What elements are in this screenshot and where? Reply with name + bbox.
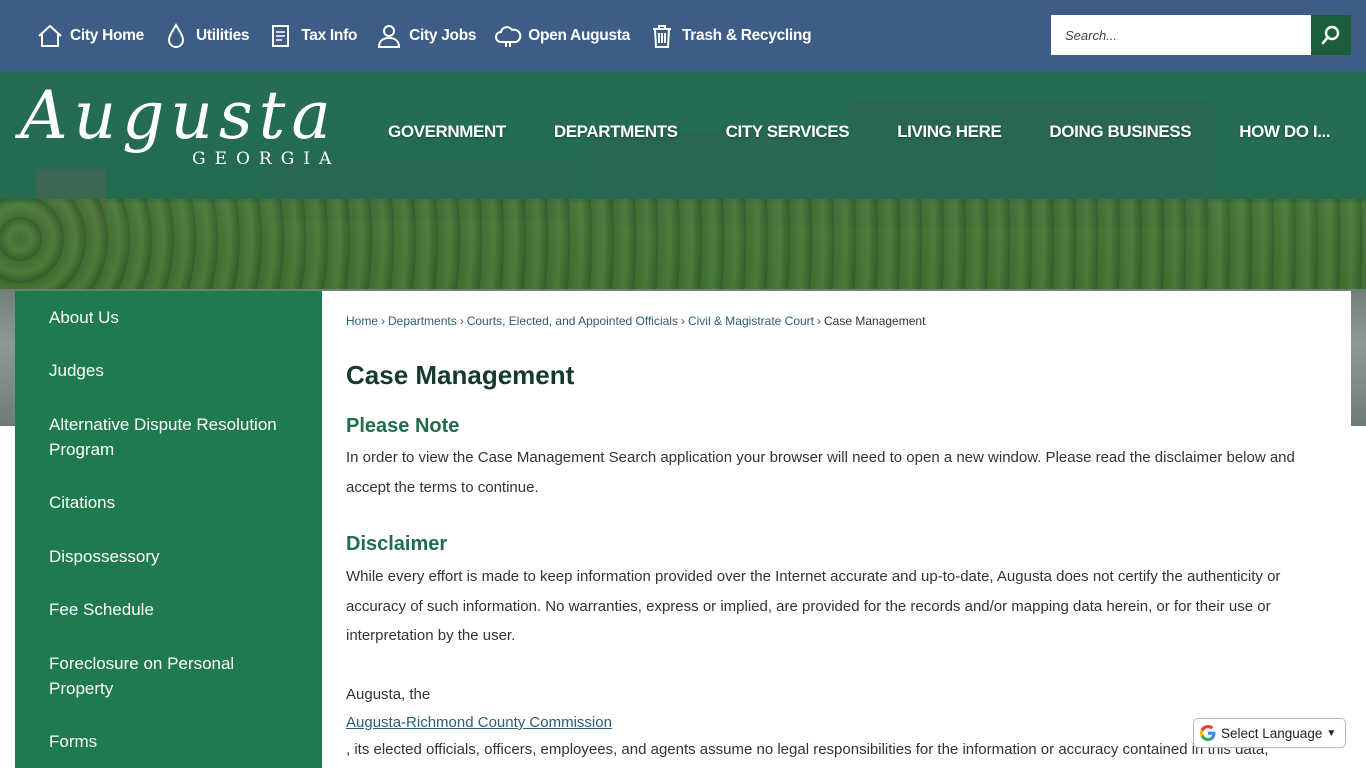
quick-link-tax-info[interactable]: Tax Info	[267, 22, 357, 50]
person-icon	[378, 25, 401, 48]
quick-link-label: Trash & Recycling	[681, 27, 812, 44]
google-g-icon	[1200, 725, 1216, 741]
document-icon	[272, 25, 290, 47]
sidebar-item-citations[interactable]: Citations	[49, 490, 279, 515]
disclaimer-heading: Disclaimer	[346, 533, 448, 555]
banner-trees	[0, 199, 1366, 289]
nav-city-services[interactable]: CITY SERVICES	[726, 122, 850, 142]
quick-link-label: Utilities	[195, 27, 250, 44]
breadcrumb-courts[interactable]: Courts, Elected, and Appointed Officials	[467, 314, 678, 328]
quick-link-utilities[interactable]: Utilities	[162, 22, 250, 50]
breadcrumb-separator: ›	[459, 314, 464, 328]
commission-link[interactable]: Augusta-Richmond County Commission	[346, 714, 612, 731]
main-navigation: GOVERNMENT DEPARTMENTS CITY SERVICES LIV…	[388, 117, 1331, 147]
breadcrumb-civil-magistrate-court[interactable]: Civil & Magistrate Court	[688, 314, 814, 328]
chevron-down-icon: ▼	[1326, 727, 1337, 739]
quick-link-city-home[interactable]: City Home	[36, 22, 144, 50]
quick-link-label: Open Augusta	[528, 27, 630, 44]
logo-script-text: Augusta	[20, 77, 337, 154]
breadcrumb-separator: ›	[680, 314, 685, 328]
sidebar-item-fee-schedule[interactable]: Fee Schedule	[49, 597, 279, 622]
sidebar-item-forms[interactable]: Forms	[49, 729, 279, 754]
home-icon	[38, 24, 62, 47]
language-select[interactable]: Select Language ▼	[1193, 718, 1346, 748]
search-button[interactable]	[1311, 15, 1351, 55]
logo-state-text: GEORGIA	[192, 149, 341, 169]
please-note-text: In order to view the Case Management Sea…	[346, 449, 1295, 496]
quick-link-label: City Home	[70, 27, 144, 44]
search-icon	[1321, 25, 1340, 45]
breadcrumb-current: Case Management	[824, 314, 926, 328]
sidebar-item-about-us[interactable]: About Us	[49, 305, 279, 330]
quick-link-label: City Jobs	[409, 27, 477, 44]
search-box	[1051, 15, 1351, 55]
sidebar-item-alternative-dispute-resolution[interactable]: Alternative Dispute Resolution Program	[49, 412, 279, 462]
augusta-logo[interactable]: Augusta GEORGIA	[20, 77, 365, 195]
breadcrumb-departments[interactable]: Departments	[388, 314, 457, 328]
breadcrumb: Home › Departments › Courts, Elected, and Ap…	[346, 314, 925, 328]
quick-link-label: Tax Info	[301, 27, 358, 44]
water-drop-icon	[167, 22, 184, 48]
main-content: Home › Departments › Courts, Elected, and Ap…	[322, 291, 1351, 768]
breadcrumb-separator: ›	[381, 314, 386, 328]
cloud-icon	[495, 26, 522, 47]
breadcrumb-separator: ›	[817, 314, 822, 328]
utility-bar: City Home Utilities Tax Info City Jobs O…	[0, 0, 1366, 71]
sidebar-item-foreclosure[interactable]: Foreclosure on Personal Property	[49, 651, 279, 701]
nav-living-here[interactable]: LIVING HERE	[897, 122, 1002, 142]
sidebar-nav: About Us Judges Alternative Dispute Reso…	[15, 291, 322, 768]
augusta-prefix-text: Augusta, the	[346, 686, 431, 703]
nav-doing-business[interactable]: DOING BUSINESS	[1049, 122, 1191, 142]
nav-departments[interactable]: DEPARTMENTS	[554, 122, 678, 142]
language-select-label: Select Language	[1221, 725, 1323, 741]
quick-link-open-augusta[interactable]: Open Augusta	[494, 22, 630, 50]
quick-link-trash-recycling[interactable]: Trash & Recycling	[648, 22, 812, 50]
quick-link-city-jobs[interactable]: City Jobs	[375, 22, 477, 50]
search-input[interactable]	[1051, 15, 1311, 55]
sidebar-item-judges[interactable]: Judges	[49, 358, 279, 383]
page-title: Case Management	[346, 360, 575, 390]
sidebar-item-dispossessory[interactable]: Dispossessory	[49, 544, 279, 569]
nav-how-do-i[interactable]: HOW DO I...	[1239, 122, 1330, 142]
nav-government[interactable]: GOVERNMENT	[388, 122, 506, 142]
please-note-heading: Please Note	[346, 415, 460, 437]
disclaimer-text: While every effort is made to keep infor…	[346, 568, 1281, 644]
quick-links: City Home Utilities Tax Info City Jobs O…	[36, 20, 829, 52]
responsibility-text: , its elected officials, officers, emplo…	[346, 741, 1269, 758]
trash-icon	[652, 25, 671, 48]
breadcrumb-home[interactable]: Home	[346, 314, 378, 328]
